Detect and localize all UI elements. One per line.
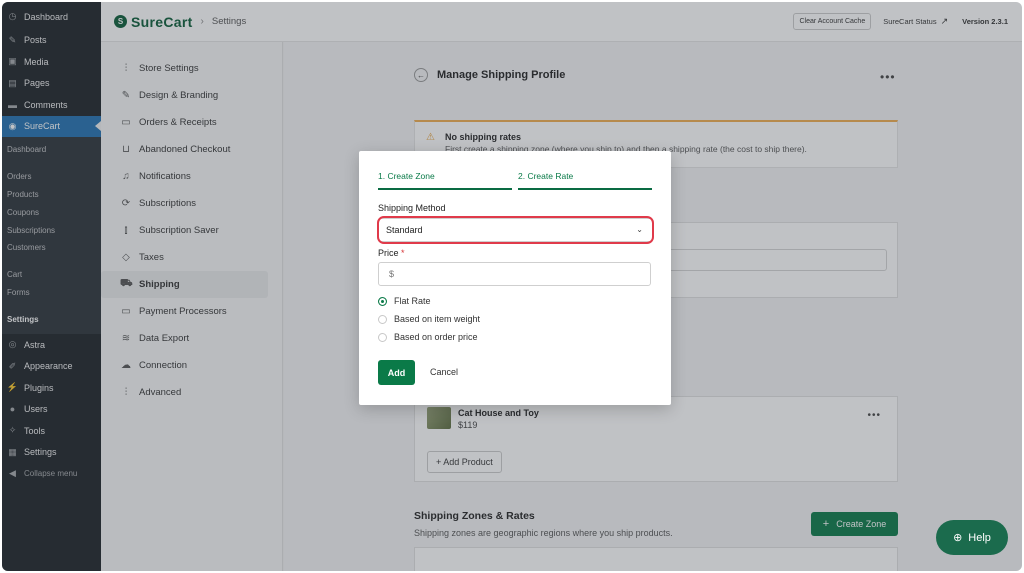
radio-selected-icon <box>378 296 387 306</box>
add-button[interactable]: Add <box>378 360 415 385</box>
radio-flat-rate[interactable]: Flat Rate <box>378 296 431 306</box>
cancel-button[interactable]: Cancel <box>430 367 458 377</box>
radio-item-weight[interactable]: Based on item weight <box>378 314 480 324</box>
shipping-method-label: Shipping Method <box>378 203 446 213</box>
radio-unselected-icon <box>378 332 387 342</box>
required-marker: * <box>401 248 405 258</box>
step1-progress-bar <box>378 188 512 190</box>
step2-progress-bar <box>518 188 652 190</box>
lifebuoy-icon: ⊕ <box>953 532 963 544</box>
create-rate-modal: 1. Create Zone 2. Create Rate Shipping M… <box>359 151 671 405</box>
shipping-method-select[interactable]: Standard ⌄ <box>378 218 653 242</box>
chevron-down-icon: ⌄ <box>636 225 643 234</box>
step-create-rate[interactable]: 2. Create Rate <box>518 171 573 181</box>
step-create-zone[interactable]: 1. Create Zone <box>378 171 435 181</box>
price-label: Price * <box>378 248 405 258</box>
shipping-method-value: Standard <box>386 225 423 235</box>
help-button[interactable]: ⊕ Help <box>936 520 1008 555</box>
radio-unselected-icon <box>378 314 387 324</box>
radio-order-price[interactable]: Based on order price <box>378 332 478 342</box>
app-window: ◷ Dashboard ✎ Posts ▣ Media ▤ Pages ▬ Comment… <box>2 2 1022 571</box>
help-label: Help <box>968 531 991 544</box>
price-input[interactable] <box>378 262 651 286</box>
